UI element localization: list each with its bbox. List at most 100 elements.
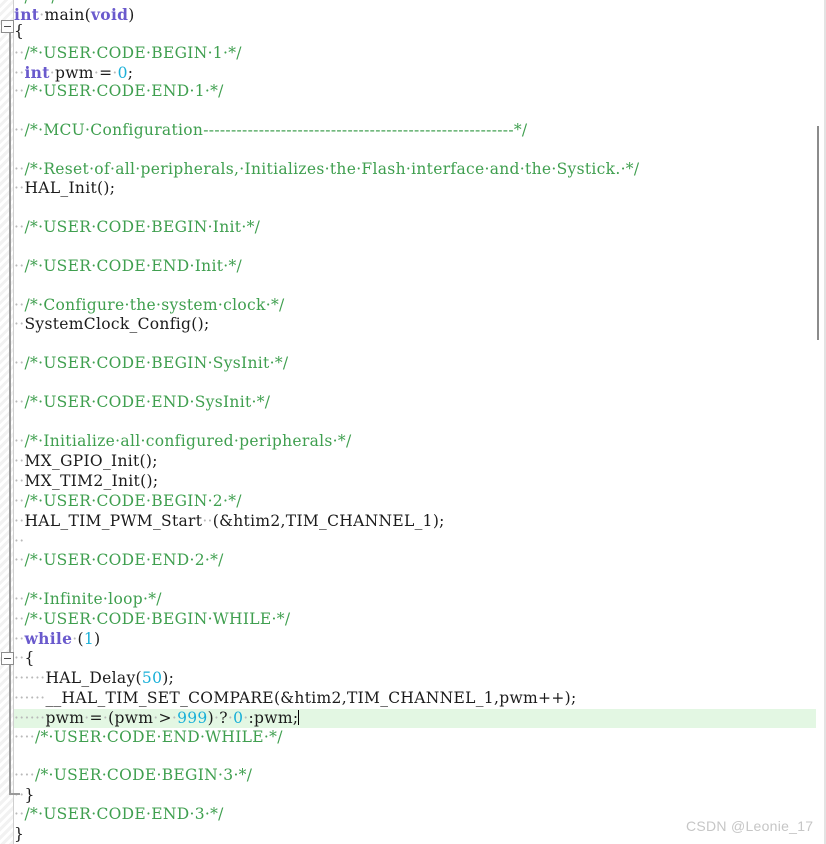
code-line[interactable]: ··HAL_Init(); — [14, 179, 115, 198]
code-line[interactable]: ··} — [14, 786, 35, 805]
code-line[interactable]: ··/*·USER·CODE·END·2·*/ — [14, 551, 224, 570]
token-ws: ······ — [14, 709, 46, 727]
token-ws: ·· — [14, 492, 25, 510]
token-kw: while — [24, 629, 73, 648]
token-cmt: /*·Configure·the·system·clock·*/ — [24, 296, 285, 314]
code-line-current[interactable]: ······pwm·=·(pwm·>·999)·?·0·:pwm; — [0, 709, 816, 729]
code-line[interactable]: ··{ — [14, 649, 35, 668]
code-line[interactable]: int·main(void) — [14, 5, 135, 24]
code-line[interactable]: ··/*·MCU·Configuration------------------… — [14, 121, 527, 140]
code-line[interactable]: ··/*·Initialize·all·configured·periphera… — [14, 432, 352, 451]
token-cmt: /*·MCU·Configuration--------------------… — [24, 121, 528, 139]
right-margin-rule — [817, 126, 819, 340]
token-ws: ·· — [14, 805, 25, 823]
code-line[interactable]: ····/*·USER·CODE·END·WHILE·*/ — [14, 728, 283, 747]
code-line[interactable]: ··/*·USER·CODE·BEGIN·Init·*/ — [14, 218, 260, 237]
token-ws: ·· — [14, 218, 25, 236]
token-cmt: /*·Infinite·loop·*/ — [24, 590, 162, 608]
fold-scope-line-while — [9, 658, 11, 794]
token-ws: ···· — [14, 728, 35, 746]
token-punc: ) — [94, 630, 101, 648]
token-cmt: /*·USER·CODE·BEGIN·SysInit·*/ — [24, 354, 289, 372]
code-content[interactable]: /* */int·main(void){··/*·USER·CODE·BEGIN… — [0, 0, 826, 844]
code-line[interactable]: { — [14, 22, 24, 41]
token-ws: ·· — [14, 257, 25, 275]
csdn-watermark: CSDN @Leonie_17 — [686, 818, 814, 834]
code-line[interactable]: ··/*·USER·CODE·END·Init·*/ — [14, 257, 242, 276]
token-punc: } — [24, 786, 35, 804]
folding-gutter[interactable] — [0, 0, 14, 844]
token-punc: (); — [140, 472, 159, 490]
token-ws: ·· — [14, 610, 25, 628]
code-line[interactable]: ··/*·USER·CODE·BEGIN·1·*/ — [14, 44, 242, 63]
token-cmt: /*·Reset·of·all·peripherals,·Initializes… — [24, 160, 640, 178]
token-punc: ? — [219, 709, 228, 727]
token-num: 1 — [83, 630, 95, 648]
token-id: pwm — [54, 64, 94, 82]
code-line[interactable]: ··SystemClock_Config(); — [14, 315, 210, 334]
token-cmt: /*·USER·CODE·END·2·*/ — [24, 551, 224, 569]
code-line[interactable]: ·· — [14, 532, 24, 551]
token-ws: ·· — [14, 44, 25, 62]
token-punc: } — [14, 825, 25, 843]
token-id: __HAL_TIM_SET_COMPARE — [45, 689, 274, 707]
code-line[interactable]: ··int·pwm·=·0; — [14, 63, 133, 82]
token-num: 999 — [177, 709, 208, 727]
code-line[interactable]: ··/*·Reset·of·all·peripherals,·Initializ… — [14, 160, 639, 179]
token-punc: > — [158, 709, 172, 727]
token-ws: ·· — [14, 393, 25, 411]
code-line[interactable]: ······HAL_Delay(50); — [14, 669, 174, 688]
token-punc: ) — [128, 6, 135, 24]
code-line[interactable]: ··MX_TIM2_Init(); — [14, 472, 158, 491]
code-line[interactable]: ··/*·USER·CODE·BEGIN·SysInit·*/ — [14, 354, 288, 373]
token-id: pwm — [499, 689, 539, 707]
token-ws: ·· — [14, 354, 25, 372]
fold-collapse-main[interactable] — [1, 20, 14, 33]
token-punc: ); — [432, 512, 445, 530]
code-line[interactable]: ··while·(1) — [14, 629, 100, 648]
code-line[interactable]: ··/*·Configure·the·system·clock·*/ — [14, 296, 285, 315]
token-ws: ·· — [14, 160, 25, 178]
token-id: pwm — [45, 709, 85, 727]
code-line[interactable]: ··/*·Infinite·loop·*/ — [14, 590, 162, 609]
token-punc: ++); — [538, 689, 577, 707]
token-ws: ·· — [14, 179, 25, 197]
code-line[interactable]: } — [14, 825, 24, 844]
fold-end-while — [9, 793, 20, 795]
token-kw: int — [24, 63, 50, 82]
token-punc: (& — [212, 512, 234, 530]
code-line[interactable]: ··/*·USER·CODE·BEGIN·WHILE·*/ — [14, 610, 290, 629]
code-line[interactable]: ······__HAL_TIM_SET_COMPARE(&htim2,TIM_C… — [14, 689, 577, 708]
token-id: MX_TIM2_Init — [24, 472, 141, 490]
text-caret — [298, 710, 300, 725]
token-num: 50 — [141, 669, 163, 687]
token-id: HAL_TIM_PWM_Start — [24, 512, 203, 530]
token-ws: ·· — [14, 786, 25, 804]
token-id: TIM_CHANNEL_1 — [346, 689, 494, 707]
code-line[interactable]: ··/*·USER·CODE·END·3·*/ — [14, 805, 224, 824]
token-ws: ·· — [14, 64, 25, 82]
code-line[interactable]: ··HAL_TIM_PWM_Start··(&htim2,TIM_CHANNEL… — [14, 512, 445, 531]
token-cmt: /*·USER·CODE·BEGIN·2·*/ — [24, 492, 242, 510]
fold-collapse-while[interactable] — [1, 652, 14, 665]
token-id: HAL_Init — [24, 179, 98, 197]
token-id: htim2 — [233, 512, 281, 530]
token-ws: ·· — [14, 296, 25, 314]
token-ws: ······ — [14, 689, 46, 707]
token-cmt: /*·USER·CODE·END·SysInit·*/ — [24, 393, 271, 411]
token-punc: ); — [162, 669, 175, 687]
token-punc: = — [99, 64, 113, 82]
fold-scope-line-main — [9, 26, 11, 656]
code-line[interactable]: ··MX_GPIO_Init(); — [14, 452, 158, 471]
token-cmt: /*·USER·CODE·BEGIN·WHILE·*/ — [24, 610, 291, 628]
code-line[interactable]: ··/*·USER·CODE·END·SysInit·*/ — [14, 393, 270, 412]
token-ws: ·· — [14, 630, 25, 648]
token-cmt: /*·USER·CODE·END·Init·*/ — [24, 257, 243, 275]
token-punc: (); — [191, 315, 210, 333]
token-ws: ·· — [14, 532, 25, 550]
code-line[interactable]: ··/*·USER·CODE·END·1·*/ — [14, 82, 224, 101]
code-line[interactable]: ··/*·USER·CODE·BEGIN·2·*/ — [14, 492, 242, 511]
code-line[interactable]: ····/*·USER·CODE·BEGIN·3·*/ — [14, 766, 252, 785]
code-editor[interactable]: /* */int·main(void){··/*·USER·CODE·BEGIN… — [0, 0, 826, 844]
token-cmt: /*·USER·CODE·END·WHILE·*/ — [34, 728, 283, 746]
